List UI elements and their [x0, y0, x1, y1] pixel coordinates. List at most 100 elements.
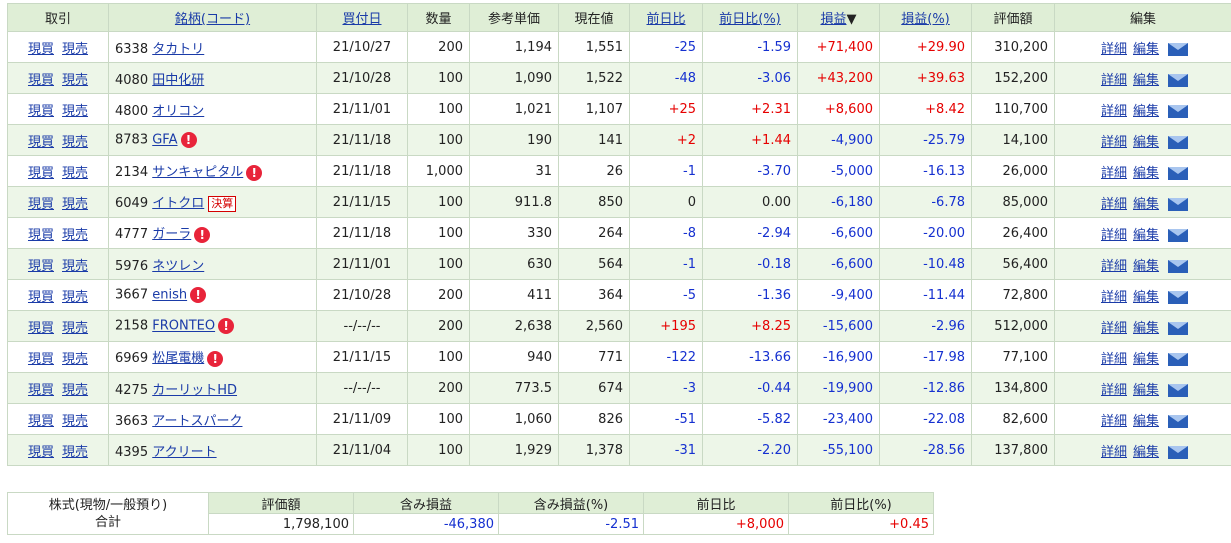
col-header-buy-date[interactable]: 買付日 — [316, 3, 408, 32]
edit-link[interactable]: 編集 — [1133, 352, 1159, 367]
detail-link[interactable]: 詳細 — [1101, 383, 1127, 398]
sort-change-pct-link[interactable]: 前日比(%) — [719, 12, 781, 27]
mail-icon[interactable] — [1168, 414, 1189, 428]
alert-icon[interactable]: ! — [194, 226, 211, 243]
sell-link[interactable]: 現売 — [62, 383, 88, 398]
buy-link[interactable]: 現買 — [28, 414, 54, 429]
stock-name-link[interactable]: GFA — [152, 133, 177, 148]
buy-link[interactable]: 現買 — [28, 352, 54, 367]
mail-icon[interactable] — [1168, 290, 1189, 304]
edit-link[interactable]: 編集 — [1133, 414, 1159, 429]
sell-link[interactable]: 現売 — [62, 414, 88, 429]
edit-link[interactable]: 編集 — [1133, 42, 1159, 57]
col-header-change[interactable]: 前日比 — [629, 3, 703, 32]
detail-link[interactable]: 詳細 — [1101, 135, 1127, 150]
detail-link[interactable]: 詳細 — [1101, 104, 1127, 119]
detail-link[interactable]: 詳細 — [1101, 259, 1127, 274]
stock-name-link[interactable]: イトクロ — [152, 196, 204, 211]
buy-link[interactable]: 現買 — [28, 228, 54, 243]
detail-link[interactable]: 詳細 — [1101, 321, 1127, 336]
sell-link[interactable]: 現売 — [62, 197, 88, 212]
mail-icon[interactable] — [1168, 259, 1189, 273]
detail-link[interactable]: 詳細 — [1101, 414, 1127, 429]
alert-icon[interactable]: ! — [207, 350, 224, 367]
buy-link[interactable]: 現買 — [28, 259, 54, 274]
detail-link[interactable]: 詳細 — [1101, 166, 1127, 181]
buy-link[interactable]: 現買 — [28, 290, 54, 305]
sell-link[interactable]: 現売 — [62, 166, 88, 181]
alert-icon[interactable]: ! — [246, 164, 263, 181]
buy-link[interactable]: 現買 — [28, 166, 54, 181]
sell-link[interactable]: 現売 — [62, 135, 88, 150]
mail-icon[interactable] — [1168, 228, 1189, 242]
col-header-pl[interactable]: 損益▼ — [797, 3, 880, 32]
col-header-name[interactable]: 銘柄(コード) — [108, 3, 317, 32]
stock-name-link[interactable]: ガーラ — [152, 227, 191, 242]
buy-link[interactable]: 現買 — [28, 42, 54, 57]
alert-icon[interactable]: ! — [180, 132, 197, 148]
mail-icon[interactable] — [1168, 383, 1189, 397]
mail-icon[interactable] — [1168, 135, 1189, 149]
buy-link[interactable]: 現買 — [28, 135, 54, 150]
sell-link[interactable]: 現売 — [62, 290, 88, 305]
sell-link[interactable]: 現売 — [62, 321, 88, 336]
detail-link[interactable]: 詳細 — [1101, 290, 1127, 305]
col-header-pl-pct[interactable]: 損益(%) — [879, 3, 972, 32]
stock-name-link[interactable]: 松尾電機 — [152, 351, 204, 366]
mail-icon[interactable] — [1168, 321, 1189, 335]
detail-link[interactable]: 詳細 — [1101, 445, 1127, 460]
buy-link[interactable]: 現買 — [28, 445, 54, 460]
edit-link[interactable]: 編集 — [1133, 383, 1159, 398]
sort-pl-link[interactable]: 損益 — [820, 12, 846, 27]
detail-link[interactable]: 詳細 — [1101, 228, 1127, 243]
sort-buy-date-link[interactable]: 買付日 — [342, 12, 381, 27]
edit-link[interactable]: 編集 — [1133, 321, 1159, 336]
edit-link[interactable]: 編集 — [1133, 445, 1159, 460]
sell-link[interactable]: 現売 — [62, 228, 88, 243]
mail-icon[interactable] — [1168, 352, 1189, 366]
col-header-change-pct[interactable]: 前日比(%) — [702, 3, 798, 32]
mail-icon[interactable] — [1168, 445, 1189, 459]
stock-name-link[interactable]: アクリート — [152, 445, 216, 460]
sell-link[interactable]: 現売 — [62, 73, 88, 88]
sort-change-link[interactable]: 前日比 — [646, 12, 685, 27]
buy-link[interactable]: 現買 — [28, 383, 54, 398]
sell-link[interactable]: 現売 — [62, 352, 88, 367]
sell-link[interactable]: 現売 — [62, 42, 88, 57]
detail-link[interactable]: 詳細 — [1101, 197, 1127, 212]
mail-icon[interactable] — [1168, 166, 1189, 180]
edit-link[interactable]: 編集 — [1133, 104, 1159, 119]
alert-icon[interactable]: ! — [190, 287, 207, 303]
sell-link[interactable]: 現売 — [62, 259, 88, 274]
sell-link[interactable]: 現売 — [62, 445, 88, 460]
stock-name-link[interactable]: タカトリ — [152, 42, 204, 57]
stock-name-link[interactable]: 田中化研 — [152, 73, 204, 88]
stock-name-link[interactable]: カーリットHD — [152, 383, 237, 398]
detail-link[interactable]: 詳細 — [1101, 352, 1127, 367]
mail-icon[interactable] — [1168, 73, 1189, 87]
edit-link[interactable]: 編集 — [1133, 73, 1159, 88]
alert-icon[interactable]: ! — [218, 318, 235, 334]
edit-link[interactable]: 編集 — [1133, 228, 1159, 243]
detail-link[interactable]: 詳細 — [1101, 73, 1127, 88]
edit-link[interactable]: 編集 — [1133, 259, 1159, 274]
stock-name-link[interactable]: サンキャピタル — [152, 165, 243, 180]
stock-name-link[interactable]: enish — [152, 288, 187, 303]
detail-link[interactable]: 詳細 — [1101, 42, 1127, 57]
buy-link[interactable]: 現買 — [28, 73, 54, 88]
edit-link[interactable]: 編集 — [1133, 197, 1159, 212]
edit-link[interactable]: 編集 — [1133, 135, 1159, 150]
stock-name-link[interactable]: FRONTEO — [152, 319, 215, 334]
stock-name-link[interactable]: オリコン — [152, 104, 204, 119]
stock-name-link[interactable]: ネツレン — [152, 259, 204, 274]
buy-link[interactable]: 現買 — [28, 321, 54, 336]
mail-icon[interactable] — [1168, 104, 1189, 118]
sort-name-link[interactable]: 銘柄(コード) — [175, 12, 250, 27]
sell-link[interactable]: 現売 — [62, 104, 88, 119]
sort-pl-pct-link[interactable]: 損益(%) — [901, 12, 950, 27]
buy-link[interactable]: 現買 — [28, 197, 54, 212]
mail-icon[interactable] — [1168, 197, 1189, 211]
stock-name-link[interactable]: アートスパーク — [152, 414, 242, 429]
edit-link[interactable]: 編集 — [1133, 290, 1159, 305]
buy-link[interactable]: 現買 — [28, 104, 54, 119]
